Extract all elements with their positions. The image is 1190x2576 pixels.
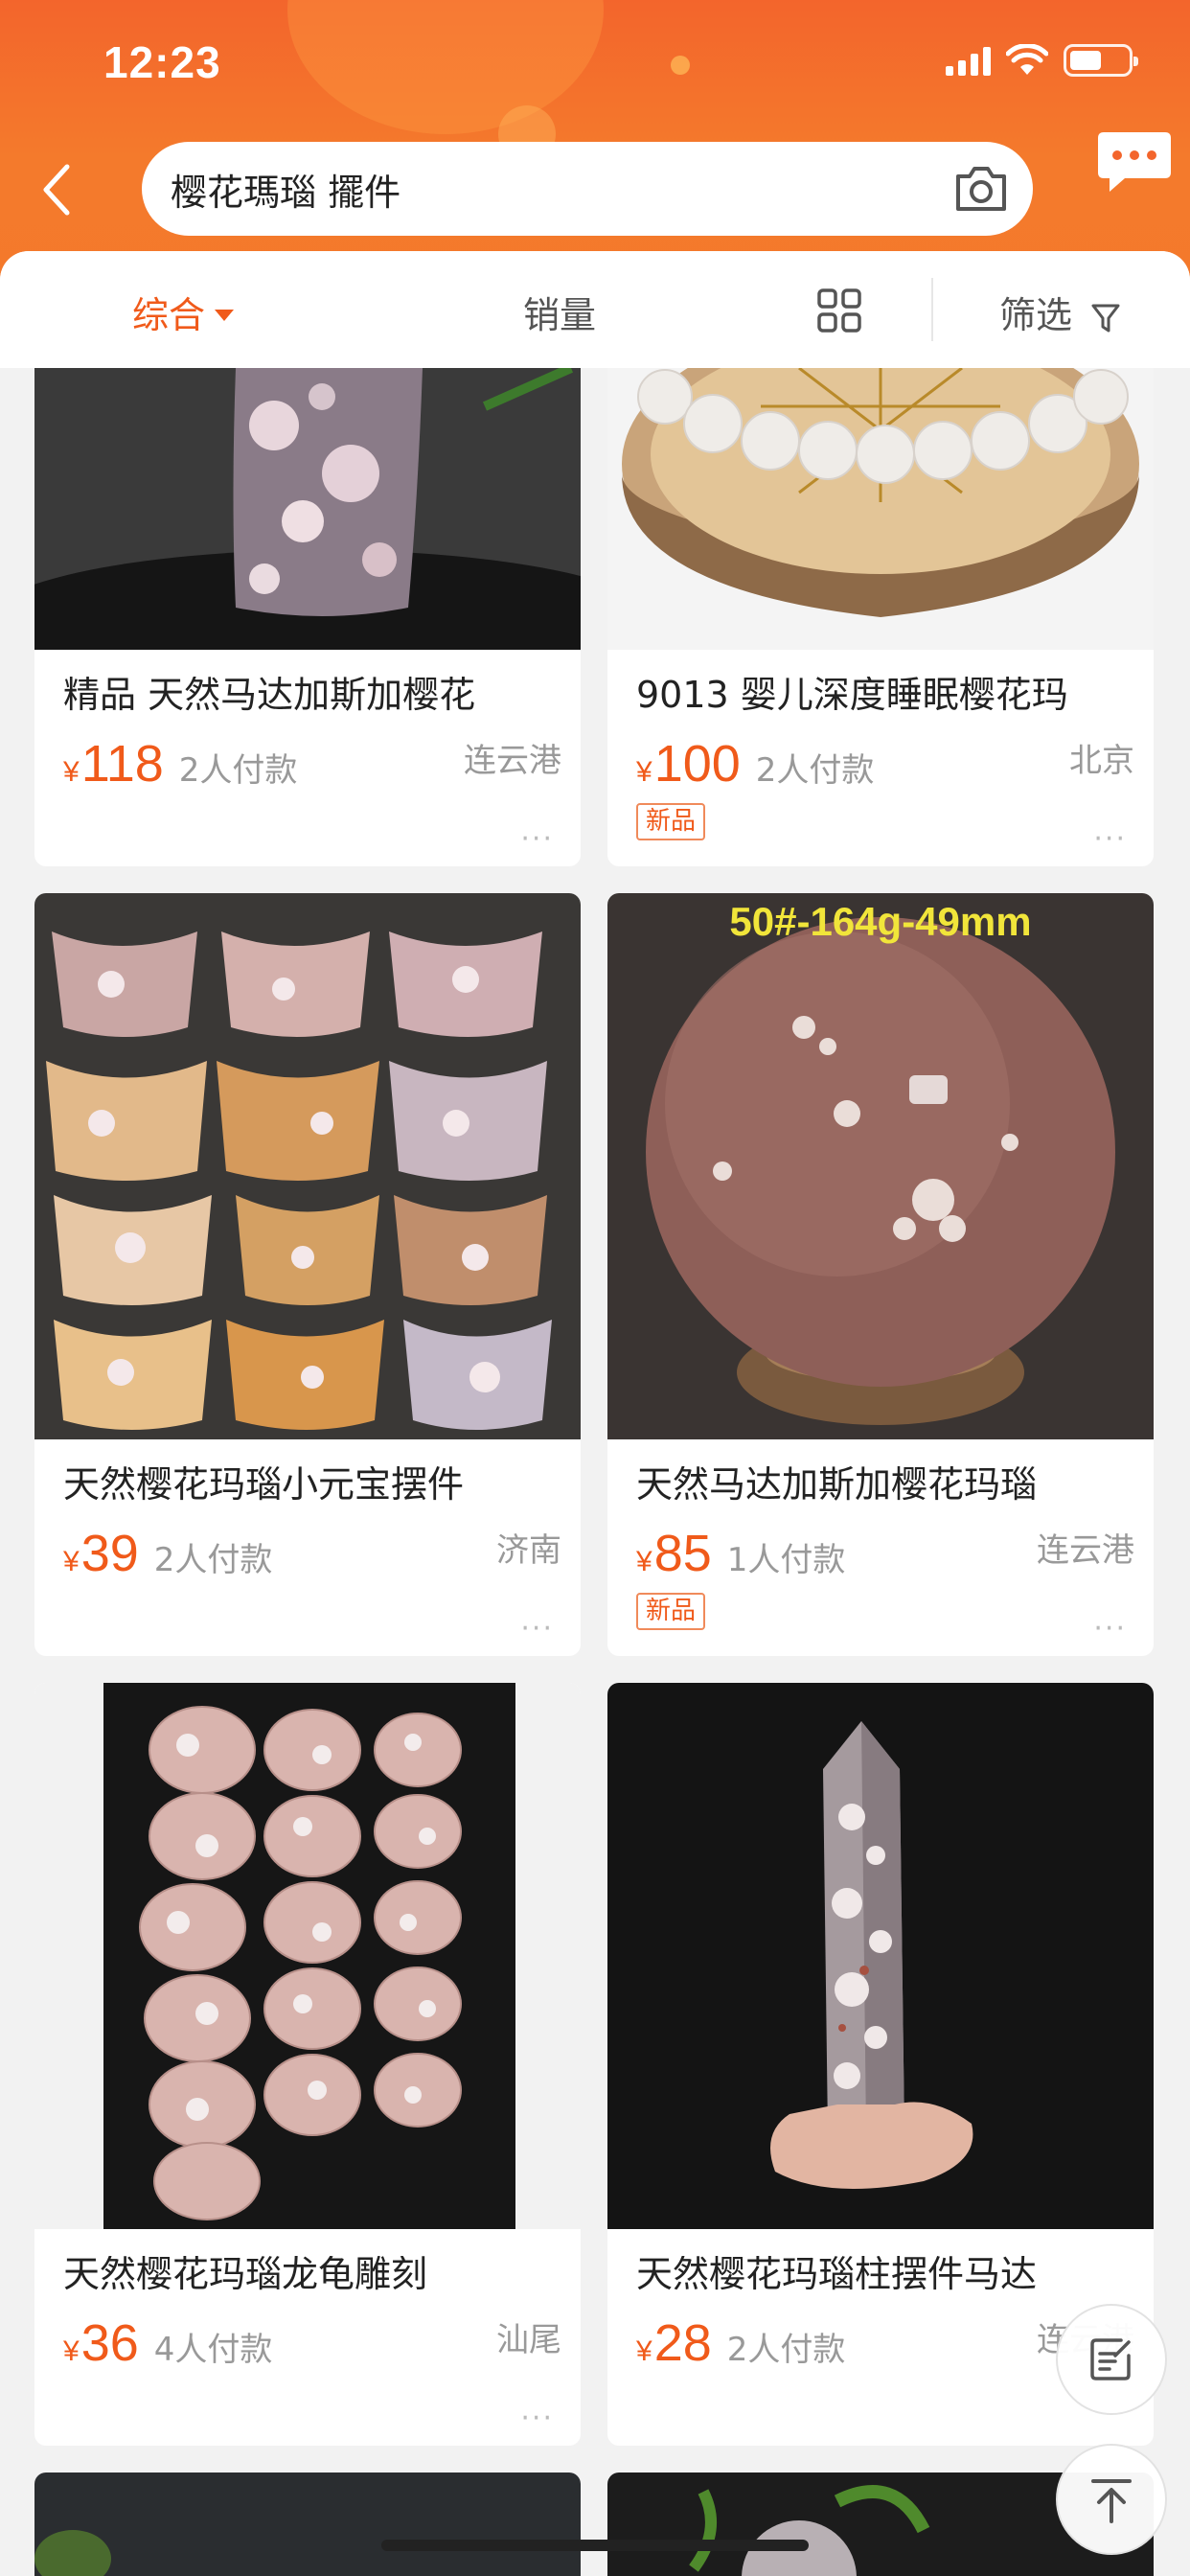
product-image[interactable]: 50#-164g-49mm — [607, 893, 1154, 1439]
search-input[interactable]: 樱花瑪瑙 擺件 — [142, 142, 1033, 236]
price-row: ¥ 36 4人付款 汕尾 — [63, 2313, 561, 2373]
product-info: 天然樱花玛瑙龙龟雕刻 ¥ 36 4人付款 汕尾 ··· — [34, 2256, 581, 2435]
battery-icon — [1064, 44, 1138, 77]
product-title: 精品 天然马达加斯加樱花 — [63, 677, 476, 713]
product-info: 精品 天然马达加斯加樱花 ¥ 118 2人付款 连云港 ··· — [34, 677, 581, 856]
sold-count: 1人付款 — [726, 1541, 846, 1579]
product-image[interactable] — [34, 368, 581, 650]
product-price: 100 — [653, 735, 741, 793]
message-icon[interactable] — [1096, 123, 1173, 199]
tab-filter-label: 筛选 — [999, 294, 1073, 336]
product-title: 天然樱花玛瑙柱摆件马达 — [636, 2256, 1038, 2292]
filter-icon — [1091, 304, 1120, 332]
product-title: 天然马达加斯加樱花玛瑙 — [636, 1466, 1038, 1503]
currency-symbol: ¥ — [63, 2335, 80, 2367]
product-card[interactable]: 9013 婴儿深度睡眠樱花玛 ¥ 100 2人付款 北京 新品 ··· — [607, 368, 1154, 866]
search-query: 樱花瑪瑙 擺件 — [171, 171, 401, 214]
new-badge: 新品 — [636, 1593, 706, 1631]
product-card[interactable]: 精品 天然马达加斯加樱花 ¥ 118 2人付款 连云港 ··· — [34, 368, 581, 866]
caret-down-icon — [215, 309, 235, 321]
product-title: 天然樱花玛瑙小元宝摆件 — [63, 1466, 465, 1503]
product-card[interactable]: 天然樱花玛瑙龙龟雕刻 ¥ 36 4人付款 汕尾 ··· — [34, 1683, 581, 2446]
currency-symbol: ¥ — [63, 756, 80, 788]
product-image[interactable] — [607, 1683, 1154, 2229]
sort-tabbar: 综合 销量 筛选 — [0, 251, 1190, 368]
tab-sales[interactable]: 销量 — [523, 286, 596, 338]
sold-count: 2人付款 — [178, 751, 298, 790]
product-image[interactable] — [34, 893, 581, 1439]
tab-comprehensive-label: 综合 — [132, 294, 206, 336]
currency-symbol: ¥ — [63, 1546, 80, 1577]
seller-location: 济南 — [496, 1531, 561, 1570]
product-info: 天然樱花玛瑙小元宝摆件 ¥ 39 2人付款 济南 ··· — [34, 1466, 581, 1645]
more-options-icon[interactable]: ··· — [520, 822, 554, 856]
back-icon[interactable] — [34, 161, 82, 218]
grid-view-icon[interactable] — [816, 288, 862, 334]
product-card[interactable]: 50#-164g-49mm 天然马达加斯加樱花玛瑙 ¥ 85 1人付款 连云港 … — [607, 893, 1154, 1656]
header-decoration — [287, 0, 604, 134]
header: 12:23 樱花瑪瑙 擺件 — [0, 0, 1190, 288]
sold-count: 2人付款 — [726, 2331, 846, 2369]
price-row: ¥ 39 2人付款 济南 — [63, 1524, 561, 1583]
product-info: 9013 婴儿深度睡眠樱花玛 ¥ 100 2人付款 北京 新品 ··· — [607, 677, 1154, 856]
more-options-icon[interactable]: ··· — [1093, 1612, 1127, 1645]
product-image[interactable] — [34, 1683, 581, 2229]
image-caption: 50#-164g-49mm — [729, 899, 1032, 944]
more-options-icon[interactable]: ··· — [1093, 822, 1127, 856]
seller-location: 连云港 — [464, 742, 561, 780]
sold-count: 2人付款 — [153, 1541, 273, 1579]
feedback-button[interactable] — [1056, 2304, 1167, 2415]
status-time: 12:23 — [103, 37, 221, 87]
product-card[interactable] — [34, 2472, 581, 2576]
back-to-top-button[interactable] — [1056, 2444, 1167, 2555]
seller-location: 连云港 — [1037, 1531, 1134, 1570]
tab-comprehensive[interactable]: 综合 — [132, 286, 235, 338]
signal-icon — [946, 45, 991, 76]
seller-location: 汕尾 — [496, 2321, 561, 2359]
sold-count: 2人付款 — [755, 751, 875, 790]
seller-location: 北京 — [1069, 742, 1134, 780]
product-image[interactable] — [607, 368, 1154, 650]
status-icons — [946, 44, 1138, 77]
feedback-icon — [1090, 2338, 1131, 2380]
tab-filter[interactable]: 筛选 — [999, 286, 1120, 338]
new-badge: 新品 — [636, 803, 706, 841]
product-price: 85 — [653, 1525, 712, 1582]
camera-icon[interactable] — [952, 161, 1010, 215]
currency-symbol: ¥ — [636, 1546, 652, 1577]
header-decoration — [671, 56, 690, 75]
product-price: 28 — [653, 2314, 712, 2372]
tab-divider — [931, 278, 933, 341]
price-row: ¥ 100 2人付款 北京 — [636, 734, 1134, 794]
sold-count: 4人付款 — [153, 2331, 273, 2369]
more-options-icon[interactable]: ··· — [520, 2402, 554, 2435]
home-indicator[interactable] — [381, 2540, 809, 2551]
product-image[interactable] — [34, 2472, 581, 2576]
currency-symbol: ¥ — [636, 756, 652, 788]
back-to-top-icon — [1091, 2479, 1132, 2523]
price-row: ¥ 85 1人付款 连云港 — [636, 1524, 1134, 1583]
product-price: 36 — [80, 2314, 139, 2372]
more-options-icon[interactable]: ··· — [520, 1612, 554, 1645]
currency-symbol: ¥ — [636, 2335, 652, 2367]
price-row: ¥ 118 2人付款 连云港 — [63, 734, 561, 794]
wifi-icon — [1006, 44, 1048, 75]
product-price: 118 — [80, 735, 164, 793]
product-title: 天然樱花玛瑙龙龟雕刻 — [63, 2256, 428, 2292]
product-card[interactable]: 天然樱花玛瑙小元宝摆件 ¥ 39 2人付款 济南 ··· — [34, 893, 581, 1656]
product-title: 9013 婴儿深度睡眠樱花玛 — [636, 677, 1068, 713]
product-price: 39 — [80, 1525, 139, 1582]
product-info: 天然马达加斯加樱花玛瑙 ¥ 85 1人付款 连云港 新品 ··· — [607, 1466, 1154, 1645]
